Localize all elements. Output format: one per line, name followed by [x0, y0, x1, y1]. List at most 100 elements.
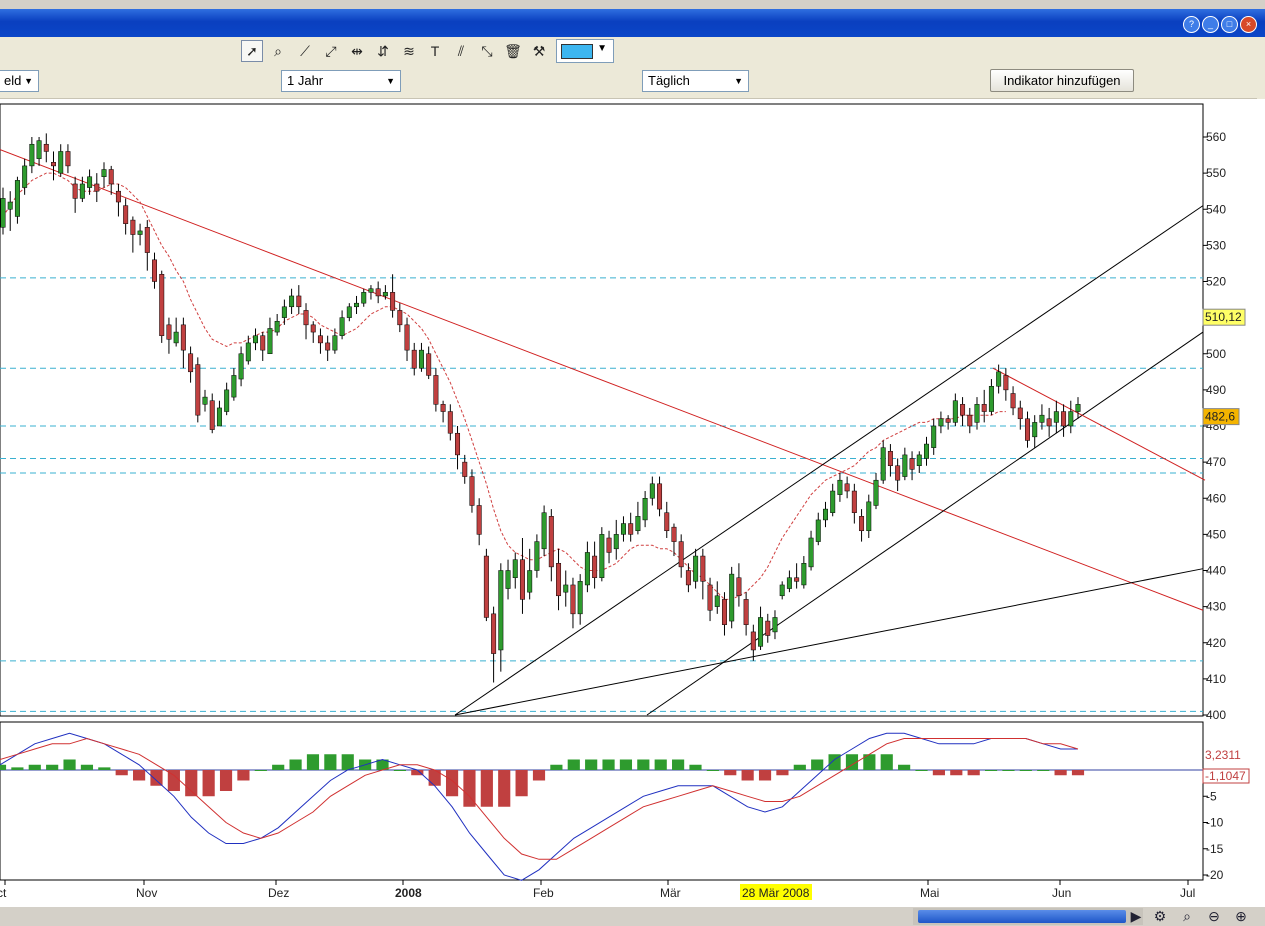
- parallel-lines-icon[interactable]: ⫽: [450, 40, 472, 62]
- candle[interactable]: [642, 498, 648, 521]
- candle[interactable]: [505, 570, 511, 589]
- candle[interactable]: [577, 581, 583, 615]
- candle[interactable]: [649, 483, 655, 499]
- candle[interactable]: [556, 563, 562, 597]
- candle[interactable]: [209, 400, 215, 430]
- candle[interactable]: [700, 555, 706, 582]
- candle[interactable]: [195, 364, 201, 416]
- candle[interactable]: [844, 483, 850, 492]
- candle[interactable]: [786, 577, 792, 589]
- candle[interactable]: [310, 324, 316, 333]
- candle[interactable]: [216, 407, 222, 427]
- candle[interactable]: [58, 151, 64, 174]
- zoom-in-icon[interactable]: ⊕: [1231, 908, 1251, 925]
- candle[interactable]: [354, 302, 360, 308]
- candle[interactable]: [397, 310, 403, 326]
- candle[interactable]: [303, 310, 309, 326]
- candle[interactable]: [7, 201, 13, 210]
- candle[interactable]: [159, 274, 165, 336]
- candle[interactable]: [671, 526, 677, 542]
- candle[interactable]: [729, 573, 735, 622]
- candle[interactable]: [887, 451, 893, 466]
- candle[interactable]: [1032, 422, 1038, 438]
- candle[interactable]: [346, 306, 352, 318]
- candle[interactable]: [433, 375, 439, 405]
- fibonacci-icon[interactable]: ≋: [398, 40, 420, 62]
- candle[interactable]: [584, 552, 590, 586]
- candle[interactable]: [267, 328, 273, 354]
- candle[interactable]: [180, 324, 186, 351]
- candle[interactable]: [79, 183, 85, 199]
- candle[interactable]: [36, 140, 42, 159]
- candle[interactable]: [952, 400, 958, 423]
- candle[interactable]: [606, 537, 612, 553]
- candle[interactable]: [202, 396, 208, 405]
- candle[interactable]: [0, 198, 6, 228]
- candle[interactable]: [685, 570, 691, 586]
- maximize-icon[interactable]: □: [1221, 16, 1238, 33]
- expand-icon[interactable]: ⤡: [476, 40, 498, 62]
- candle[interactable]: [152, 259, 157, 282]
- candle[interactable]: [996, 371, 1002, 387]
- chart-area[interactable]: 5605505405305205105004904804704604504404…: [0, 99, 1265, 907]
- candle[interactable]: [721, 599, 727, 625]
- candle[interactable]: [931, 425, 937, 448]
- scrollbar-thumb[interactable]: [918, 910, 1126, 923]
- candle[interactable]: [1025, 418, 1030, 441]
- candle[interactable]: [909, 458, 915, 470]
- line-icon[interactable]: ⟋: [294, 40, 316, 62]
- candle[interactable]: [462, 461, 468, 477]
- candle[interactable]: [960, 404, 966, 416]
- candle[interactable]: [851, 490, 857, 513]
- zoom-out-icon[interactable]: ⊖: [1204, 908, 1224, 925]
- candle[interactable]: [274, 320, 280, 333]
- candle[interactable]: [974, 404, 980, 423]
- candle[interactable]: [440, 404, 446, 412]
- candle[interactable]: [1017, 407, 1023, 420]
- candle[interactable]: [339, 317, 345, 336]
- candle[interactable]: [808, 537, 814, 568]
- candle[interactable]: [498, 570, 504, 651]
- candle[interactable]: [772, 617, 778, 633]
- scroll-right-icon[interactable]: ▶: [1126, 908, 1146, 925]
- candle[interactable]: [945, 418, 951, 423]
- candle[interactable]: [563, 584, 569, 593]
- candle[interactable]: [29, 143, 35, 167]
- candle[interactable]: [693, 555, 699, 582]
- candle[interactable]: [418, 349, 424, 369]
- candle[interactable]: [72, 183, 78, 199]
- candle[interactable]: [14, 180, 20, 217]
- candle[interactable]: [101, 169, 107, 177]
- candle[interactable]: [368, 288, 374, 293]
- candle[interactable]: [635, 516, 641, 532]
- candle[interactable]: [260, 335, 266, 351]
- period-select[interactable]: 1 Jahr ▼: [281, 70, 401, 92]
- candle[interactable]: [130, 219, 136, 235]
- candle[interactable]: [224, 389, 230, 412]
- candle[interactable]: [65, 151, 71, 167]
- trendline-icon[interactable]: ⤢: [320, 40, 342, 62]
- candle[interactable]: [599, 534, 605, 578]
- tools-icon[interactable]: ⚒: [528, 40, 550, 62]
- candle[interactable]: [296, 295, 302, 308]
- candle[interactable]: [837, 479, 843, 495]
- candle[interactable]: [382, 292, 388, 297]
- candle[interactable]: [483, 555, 489, 618]
- candle[interactable]: [1068, 411, 1074, 427]
- candle[interactable]: [527, 570, 533, 593]
- candle[interactable]: [664, 512, 670, 532]
- candle[interactable]: [94, 183, 100, 192]
- minimize-icon[interactable]: _: [1202, 16, 1219, 33]
- text-icon[interactable]: T: [424, 40, 446, 62]
- candle[interactable]: [859, 516, 865, 532]
- candle[interactable]: [657, 483, 663, 510]
- candle[interactable]: [873, 479, 879, 506]
- candle[interactable]: [1003, 375, 1009, 391]
- candle[interactable]: [750, 631, 756, 651]
- candle[interactable]: [469, 476, 475, 506]
- add-indicator-button[interactable]: Indikator hinzufügen: [990, 69, 1134, 92]
- color-picker[interactable]: ▼: [556, 39, 614, 63]
- price-chart-svg[interactable]: 5605505405305205105004904804704604504404…: [0, 99, 1265, 907]
- candle[interactable]: [534, 541, 540, 571]
- candle[interactable]: [613, 534, 619, 550]
